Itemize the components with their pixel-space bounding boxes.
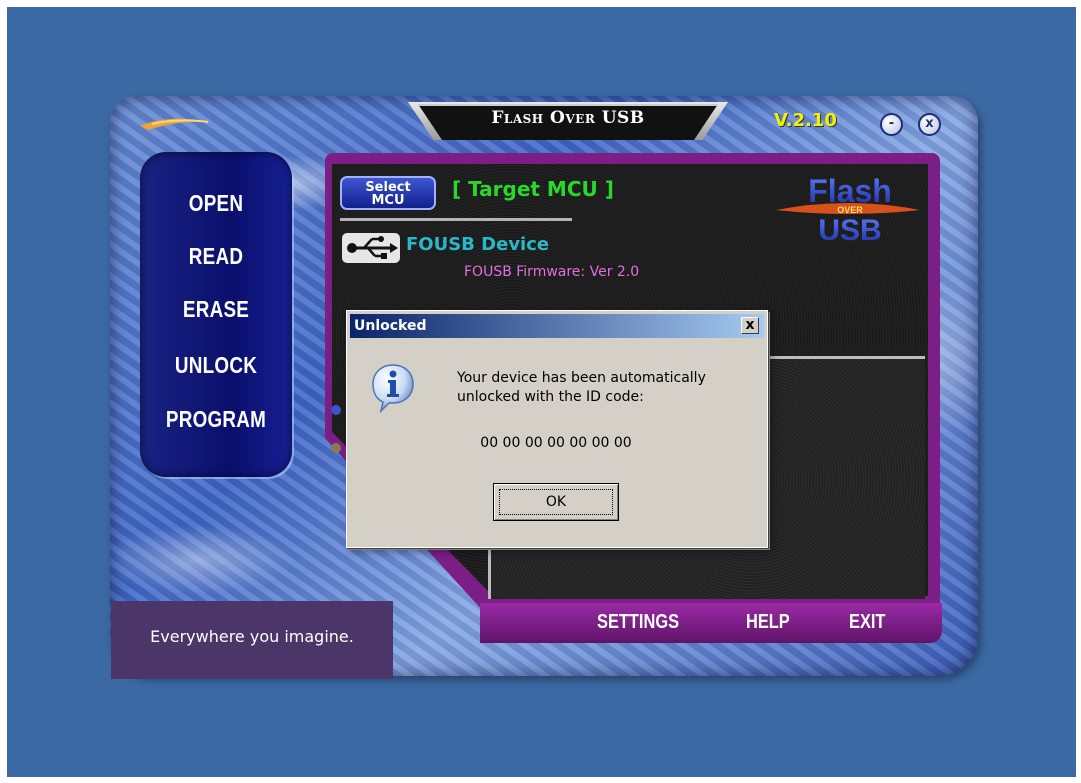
help-button[interactable]: HELP	[746, 611, 790, 634]
ok-button[interactable]: OK	[493, 483, 619, 521]
divider	[340, 218, 572, 221]
settings-button[interactable]: SETTINGS	[597, 611, 679, 634]
ok-button-label: OK	[499, 489, 613, 515]
app-title: Flash Over USB	[491, 108, 645, 128]
dialog-message-line1: Your device has been automatically	[457, 370, 706, 386]
dialog-titlebar[interactable]: Unlocked x	[350, 314, 764, 338]
read-button[interactable]: READ	[154, 243, 279, 270]
target-mcu-label: [ Target MCU ]	[452, 177, 614, 201]
dialog-message: Your device has been automatically unloc…	[457, 369, 757, 407]
firmware-version: FOUSB Firmware: Ver 2.0	[464, 264, 640, 280]
flash-over-usb-logo: Flash OVER USB	[776, 173, 920, 244]
select-mcu-label-line2: MCU	[371, 193, 405, 208]
side-indicator-icon	[331, 405, 341, 453]
usb-icon	[342, 233, 400, 263]
open-button[interactable]: OPEN	[154, 190, 279, 217]
logo-swoosh-icon	[140, 118, 210, 130]
id-code: 00 00 00 00 00 00 00	[480, 435, 632, 451]
tagline: Everywhere you imagine.	[150, 627, 354, 646]
select-mcu-button[interactable]: Select MCU	[340, 176, 436, 210]
dialog-title: Unlocked	[354, 318, 427, 334]
exit-button[interactable]: EXIT	[849, 611, 885, 634]
unlock-button[interactable]: UNLOCK	[154, 352, 279, 379]
version-label: V.2.10	[774, 110, 837, 131]
dialog-close-button[interactable]: x	[741, 317, 759, 334]
dialog-message-line2: unlocked with the ID code:	[457, 389, 644, 405]
program-button[interactable]: PROGRAM	[154, 406, 279, 433]
logo-bottom-text: USB	[818, 214, 881, 244]
erase-button[interactable]: ERASE	[154, 296, 279, 323]
close-button[interactable]: x	[918, 113, 941, 136]
unlocked-dialog[interactable]: Unlocked x Your device has been automati…	[346, 310, 768, 548]
minimize-button[interactable]: -	[880, 113, 903, 136]
information-icon	[372, 364, 414, 413]
device-name: FOUSB Device	[406, 234, 550, 255]
